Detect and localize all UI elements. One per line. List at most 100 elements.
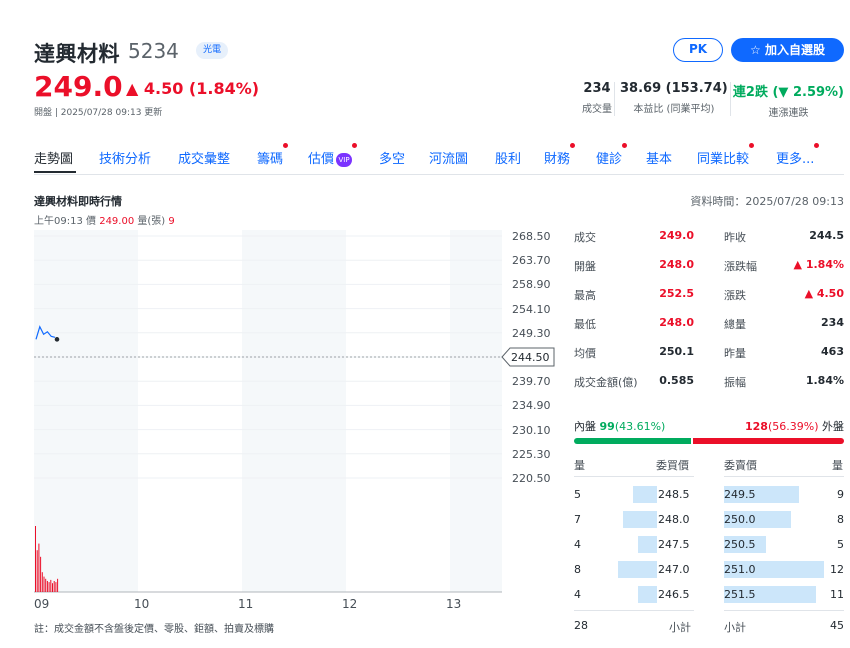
ask-qty: 9 (837, 488, 844, 501)
y-tick-label: 263.70 (512, 254, 551, 268)
summary-row: 均價 250.1 昨量 463 (574, 345, 844, 374)
y-tick-label: 268.50 (512, 230, 551, 243)
summary-row: 最低 248.0 總量 234 (574, 316, 844, 345)
summary-value: 248.0 (659, 258, 694, 271)
ask-price: 250.0 (724, 513, 756, 526)
inner-volume: 內盤 99(43.61%) (574, 418, 665, 434)
bid-qty: 7 (574, 513, 581, 526)
y-tick-label: 230.10 (512, 423, 551, 437)
y-tick-label: 225.30 (512, 447, 551, 461)
summary-key: 振幅 (724, 376, 746, 389)
summary-row: 成交金額(億) 0.585 振幅 1.84% (574, 374, 844, 403)
volume-bar (55, 582, 57, 592)
bid-price: 248.0 (658, 513, 690, 526)
summary-key: 總量 (724, 318, 746, 331)
divider (574, 610, 694, 611)
summary-value: ▲ 1.84% (793, 258, 844, 271)
bid-total-label: 小計 (669, 621, 691, 634)
y-tick-label: 239.70 (512, 375, 551, 389)
volume-bar (50, 579, 52, 592)
bid-depth-bar (638, 536, 657, 553)
x-tick-label: 12 (342, 597, 358, 611)
volume-bar (43, 576, 45, 592)
inner-label: 內盤 (574, 420, 596, 433)
y-tick-label: 234.90 (512, 399, 551, 413)
outer-volume: 128(56.39%) 外盤 (745, 418, 844, 434)
summary-key: 最低 (574, 318, 596, 331)
summary-value: 250.1 (659, 345, 694, 358)
volume-bar (52, 583, 53, 592)
bid-price: 247.0 (658, 563, 690, 576)
ask-price: 251.0 (724, 563, 756, 576)
y-tick-label: 254.10 (512, 302, 551, 316)
summary-key: 漲跌 (724, 289, 746, 302)
volume-bar (48, 582, 50, 592)
bid-qty-header: 量 (574, 459, 585, 472)
ask-total-label: 小計 (724, 621, 746, 634)
y-tick-label: 220.50 (512, 472, 551, 485)
summary-row: 開盤 248.0 漲跌幅 ▲ 1.84% (574, 258, 844, 287)
bid-price: 248.5 (658, 488, 690, 501)
inner-ratio-bar (574, 438, 691, 444)
bid-depth-bar (633, 486, 657, 503)
summary-key: 成交 (574, 231, 596, 244)
ask-price: 251.5 (724, 588, 756, 601)
summary-row: 最高 252.5 漲跌 ▲ 4.50 (574, 287, 844, 316)
bid-depth-bar (618, 561, 657, 578)
outer-label: 外盤 (822, 420, 844, 433)
summary-value: 249.0 (659, 229, 694, 242)
bid-qty: 4 (574, 588, 581, 601)
summary-key: 成交金額(億) (574, 376, 638, 389)
ask-qty: 8 (837, 513, 844, 526)
outer-pct: (56.39%) (767, 420, 819, 433)
volume-bar (40, 556, 42, 592)
bid-price-header: 委買價 (656, 459, 689, 472)
y-tick-label: 258.90 (512, 278, 551, 292)
volume-bar (45, 578, 47, 592)
x-tick-label: 11 (238, 597, 254, 611)
divider (574, 476, 694, 477)
y-tick-label: 249.30 (512, 326, 551, 340)
ask-price: 249.5 (724, 488, 756, 501)
bid-qty: 5 (574, 488, 581, 501)
summary-key: 昨量 (724, 347, 746, 360)
summary-key: 最高 (574, 289, 596, 302)
summary-row: 成交 249.0 昨收 244.5 (574, 229, 844, 258)
volume-bar (36, 550, 38, 592)
ask-price-header: 委賣價 (724, 459, 757, 472)
summary-value: 234 (821, 316, 844, 329)
ask-qty-header: 量 (832, 459, 843, 472)
divider (724, 610, 844, 611)
bid-depth-bar (638, 586, 657, 603)
ask-price: 250.5 (724, 538, 756, 551)
ask-qty: 11 (830, 588, 844, 601)
volume-bar (57, 578, 59, 592)
bid-total: 28 (574, 619, 588, 632)
ask-qty: 5 (837, 538, 844, 551)
volume-bar (38, 543, 40, 592)
bid-depth-bar (623, 511, 657, 528)
prev-close-tag-text: 244.50 (511, 351, 550, 364)
inner-value: 99 (599, 420, 615, 433)
volume-bar (53, 581, 55, 592)
summary-key: 昨收 (724, 231, 746, 244)
summary-value: 0.585 (659, 374, 694, 387)
summary-key: 開盤 (574, 260, 596, 273)
last-price-dot (54, 337, 60, 342)
chart-note: 註：成交金額不含盤後定價、零股、鉅額、拍賣及標購 (34, 624, 274, 635)
chart-background (34, 230, 502, 593)
bid-qty: 8 (574, 563, 581, 576)
summary-value: 252.5 (659, 287, 694, 300)
volume-bar (46, 581, 48, 592)
bid-price: 247.5 (658, 538, 690, 551)
summary-value: 244.5 (809, 229, 844, 242)
ask-total: 45 (830, 619, 844, 632)
outer-value: 128 (745, 420, 768, 433)
divider (724, 476, 844, 477)
bid-price: 246.5 (658, 588, 690, 601)
summary-value: 1.84% (805, 374, 844, 387)
prev-close-tag: 244.50 (501, 347, 555, 367)
x-tick-label: 13 (446, 597, 462, 611)
bid-qty: 4 (574, 538, 581, 551)
summary-value: ▲ 4.50 (804, 287, 844, 300)
